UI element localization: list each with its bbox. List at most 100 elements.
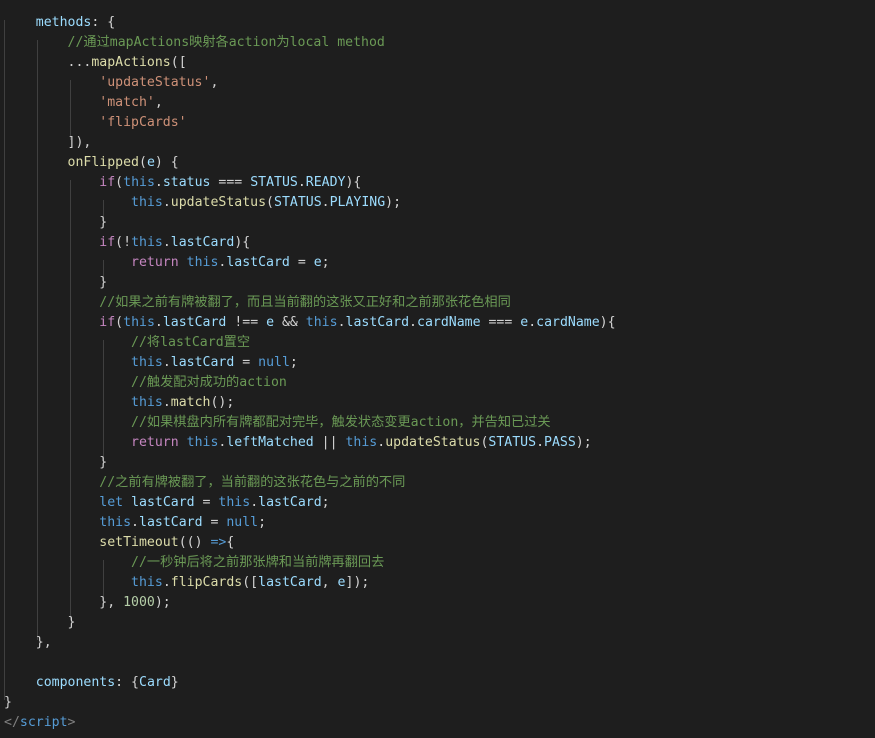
code-token-default: ){ xyxy=(599,315,616,330)
code-line[interactable]: //之前有牌被翻了，当前翻的这张花色与之前的不同 xyxy=(4,473,405,493)
code-token-property: lastCard xyxy=(170,355,235,370)
code-token-default: ( xyxy=(115,175,124,190)
code-line[interactable]: //如果之前有牌被翻了，而且当前翻的这张又正好和之前那张花色相同 xyxy=(4,293,511,313)
code-token-default xyxy=(4,555,131,570)
code-line[interactable]: } xyxy=(4,613,76,633)
code-line[interactable]: this.match(); xyxy=(4,393,234,413)
code-token-comment: //将lastCard置空 xyxy=(131,335,251,350)
code-line[interactable]: //一秒钟后将之前那张牌和当前牌再翻回去 xyxy=(4,553,384,573)
code-line[interactable]: if(this.status === STATUS.READY){ xyxy=(4,173,361,193)
code-line[interactable]: this.updateStatus(STATUS.PLAYING); xyxy=(4,193,401,213)
code-token-default: ]), xyxy=(4,135,92,150)
code-token-default: ([ xyxy=(170,55,187,70)
code-line[interactable]: setTimeout(() =>{ xyxy=(4,533,234,553)
code-line[interactable]: 'flipCards' xyxy=(4,113,187,133)
code-line[interactable]: } xyxy=(4,213,107,233)
code-token-keyword: this xyxy=(186,435,219,450)
code-line[interactable]: //将lastCard置空 xyxy=(4,333,250,353)
code-line[interactable]: //如果棋盘内所有牌都配对完毕，触发状态变更action，并告知已过关 xyxy=(4,413,551,433)
code-token-default xyxy=(179,255,187,270)
code-token-comment: //如果棋盘内所有牌都配对完毕，触发状态变更action，并告知已过关 xyxy=(131,415,551,430)
code-token-keyword: null xyxy=(258,355,290,370)
code-token-default xyxy=(4,115,99,130)
code-token-default: }, xyxy=(4,595,124,610)
code-token-keyword: this xyxy=(131,395,163,410)
code-token-tagpunct: </ xyxy=(4,715,20,730)
code-token-keyword: this xyxy=(131,355,163,370)
code-token-property: lastCard xyxy=(170,235,235,250)
code-token-default: . xyxy=(162,355,171,370)
code-line[interactable]: ...mapActions([ xyxy=(4,53,187,73)
code-line[interactable]: } xyxy=(4,693,12,713)
code-line[interactable]: let lastCard = this.lastCard; xyxy=(4,493,329,513)
code-line[interactable]: this.lastCard = null; xyxy=(4,353,298,373)
code-token-function: mapActions xyxy=(91,55,171,70)
code-line[interactable]: methods: { xyxy=(4,13,115,33)
code-token-property: leftMatched xyxy=(226,435,314,450)
code-token-default: } xyxy=(4,615,76,630)
code-token-property: methods xyxy=(35,15,92,30)
code-token-comment: //通过mapActions映射各action为local method xyxy=(67,35,385,50)
code-token-function: flipCards xyxy=(170,575,243,590)
code-token-property: STATUS xyxy=(488,435,537,450)
code-token-property: lastCard xyxy=(258,495,322,510)
code-line[interactable]: 'match', xyxy=(4,93,163,113)
code-line[interactable]: }, 1000); xyxy=(4,593,170,613)
code-line[interactable]: if(this.lastCard !== e && this.lastCard.… xyxy=(4,313,616,333)
code-token-default: . xyxy=(321,195,330,210)
code-token-string: 'flipCards' xyxy=(99,115,187,130)
code-line[interactable]: //通过mapActions映射各action为local method xyxy=(4,33,385,53)
code-line[interactable]: } xyxy=(4,273,107,293)
code-token-default xyxy=(4,415,131,430)
code-line[interactable]: return this.leftMatched || this.updateSt… xyxy=(4,433,592,453)
code-token-property: lastCard xyxy=(139,515,203,530)
code-token-default: ); xyxy=(385,195,402,210)
code-token-default: || xyxy=(313,435,346,450)
code-token-function: setTimeout xyxy=(99,535,179,550)
code-line[interactable]: </script> xyxy=(4,713,75,733)
code-line[interactable]: if(!this.lastCard){ xyxy=(4,233,250,253)
code-token-default: : { xyxy=(91,15,116,30)
code-line[interactable]: return this.lastCard = e; xyxy=(4,253,330,273)
code-token-default: } xyxy=(4,695,12,710)
code-token-default: , xyxy=(321,575,338,590)
code-line[interactable]: onFlipped(e) { xyxy=(4,153,179,173)
code-token-default xyxy=(4,475,99,490)
code-token-default: . xyxy=(162,575,171,590)
code-token-default xyxy=(179,435,187,450)
code-token-default: (() xyxy=(178,535,211,550)
code-line[interactable]: this.flipCards([lastCard, e]); xyxy=(4,573,369,593)
code-token-comment: //之前有牌被翻了，当前翻的这张花色与之前的不同 xyxy=(99,475,406,490)
code-line[interactable]: } xyxy=(4,453,107,473)
code-token-default: ); xyxy=(575,435,592,450)
code-token-default: = xyxy=(234,355,259,370)
code-token-string: 'updateStatus' xyxy=(99,75,211,90)
code-token-control: if xyxy=(99,315,116,330)
code-token-default: && xyxy=(274,315,306,330)
code-token-property: lastCard xyxy=(258,575,322,590)
code-token-default xyxy=(4,35,68,50)
code-line[interactable]: }, xyxy=(4,633,52,653)
code-line[interactable]: ]), xyxy=(4,133,92,153)
code-token-default: . xyxy=(162,195,171,210)
code-token-default: = xyxy=(289,255,314,270)
code-token-control: if xyxy=(99,175,116,190)
code-line[interactable]: 'updateStatus', xyxy=(4,73,218,93)
code-token-default: . xyxy=(162,235,171,250)
code-line[interactable]: //触发配对成功的action xyxy=(4,373,287,393)
code-token-comment: //触发配对成功的action xyxy=(131,375,287,390)
code-token-default: { xyxy=(226,535,235,550)
code-token-default: . xyxy=(154,175,163,190)
code-token-default xyxy=(4,355,131,370)
code-token-control: return xyxy=(131,255,179,270)
code-line[interactable]: components: {Card} xyxy=(4,673,179,693)
code-token-default: = xyxy=(194,495,219,510)
code-token-default: : { xyxy=(115,675,139,690)
code-token-property: lastCard xyxy=(131,495,195,510)
code-token-function: match xyxy=(170,395,211,410)
code-token-default xyxy=(4,195,131,210)
code-token-keyword: => xyxy=(210,535,227,550)
code-line[interactable]: this.lastCard = null; xyxy=(4,513,266,533)
code-editor[interactable]: methods: { //通过mapActions映射各action为local… xyxy=(0,0,875,738)
code-token-function: updateStatus xyxy=(170,195,267,210)
